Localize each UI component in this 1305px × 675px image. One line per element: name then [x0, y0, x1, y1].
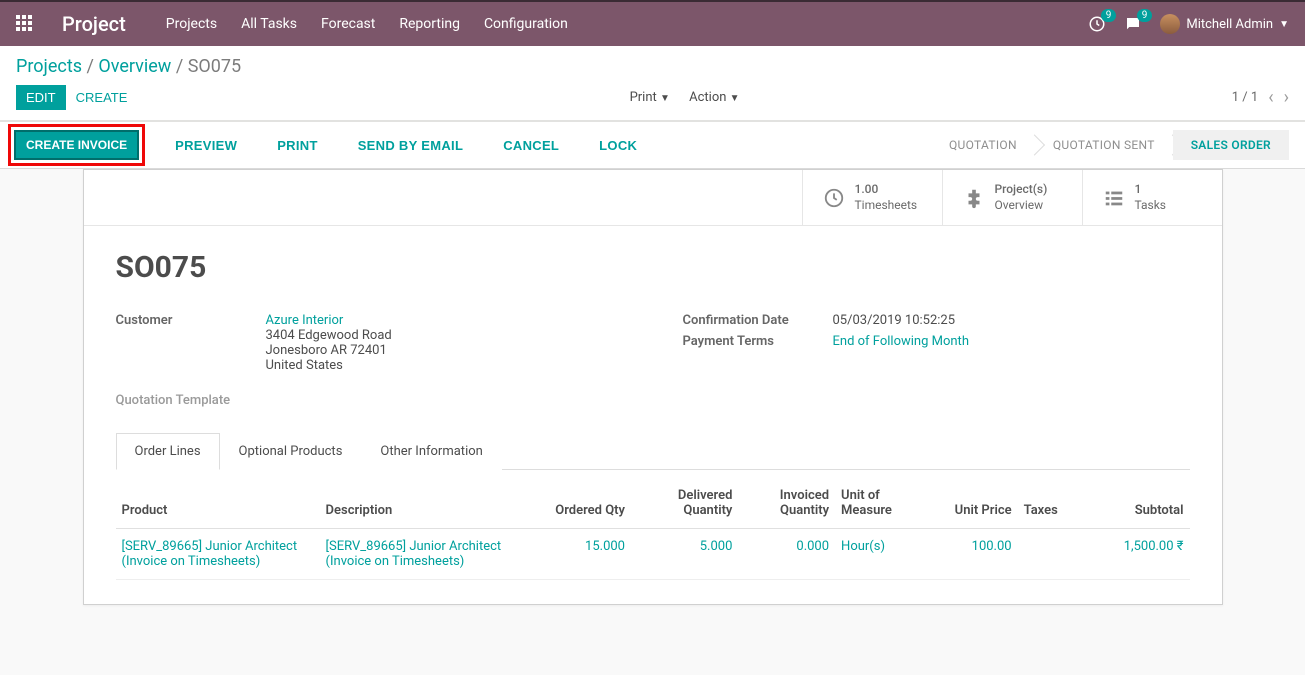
- tasks-icon: [1103, 187, 1125, 209]
- statusbar: CREATE INVOICE PREVIEW PRINT SEND BY EMA…: [0, 121, 1305, 169]
- row-invoiced: 0.000: [744, 539, 829, 554]
- pager-prev-icon[interactable]: ‹: [1268, 87, 1273, 108]
- action-dropdown[interactable]: Action ▼: [681, 86, 747, 109]
- row-delivered: 5.000: [637, 539, 732, 554]
- topbar: Project Projects All Tasks Forecast Repo…: [0, 0, 1305, 46]
- pager: 1 / 1 ‹ ›: [1232, 87, 1289, 108]
- preview-button[interactable]: PREVIEW: [165, 133, 247, 158]
- puzzle-icon: [963, 187, 985, 209]
- row-price: 100.00: [938, 539, 1012, 554]
- user-name: Mitchell Admin: [1186, 17, 1273, 32]
- stat-tasks-value: 1: [1135, 182, 1167, 198]
- avatar: [1160, 14, 1180, 34]
- quotation-template-label: Quotation Template: [116, 393, 623, 408]
- breadcrumb-projects[interactable]: Projects: [16, 56, 82, 77]
- row-ordered: 15.000: [540, 539, 625, 554]
- sheet-body: SO075 Customer Azure Interior 3404 Edgew…: [84, 226, 1222, 604]
- row-product[interactable]: [SERV_89665] Junior Architect (Invoice o…: [122, 539, 314, 569]
- table-row[interactable]: [SERV_89665] Junior Architect (Invoice o…: [116, 529, 1190, 580]
- order-lines-table: Product Description Ordered Qty Delivere…: [116, 478, 1190, 580]
- table-body: [SERV_89665] Junior Architect (Invoice o…: [116, 529, 1190, 580]
- row-subtotal: 1,500.00 ₹: [1088, 539, 1183, 554]
- status-steps: QUOTATION QUOTATION SENT SALES ORDER: [931, 130, 1289, 160]
- info-grid: Customer Azure Interior 3404 Edgewood Ro…: [116, 313, 1190, 408]
- sheet-background: 1.00 Timesheets Project(s) Overview 1: [0, 169, 1305, 629]
- th-subtotal: Subtotal: [1082, 478, 1189, 529]
- stat-projects-label: Overview: [995, 198, 1048, 214]
- th-uom: Unit of Measure: [835, 478, 932, 529]
- menu-all-tasks[interactable]: All Tasks: [241, 16, 297, 32]
- user-menu[interactable]: Mitchell Admin ▼: [1160, 14, 1289, 34]
- row-uom: Hour(s): [841, 539, 926, 554]
- payment-value-link[interactable]: End of Following Month: [833, 334, 969, 349]
- th-price: Unit Price: [932, 478, 1018, 529]
- pager-next-icon[interactable]: ›: [1284, 87, 1289, 108]
- topbar-right: 9 9 Mitchell Admin ▼: [1088, 14, 1289, 34]
- th-description: Description: [320, 478, 535, 529]
- lock-button[interactable]: LOCK: [589, 133, 647, 158]
- form-sheet: 1.00 Timesheets Project(s) Overview 1: [83, 169, 1223, 605]
- create-button[interactable]: CREATE: [66, 85, 138, 110]
- create-invoice-button[interactable]: CREATE INVOICE: [14, 130, 139, 160]
- breadcrumb: Projects / Overview / SO075: [16, 56, 241, 77]
- step-quotation-sent[interactable]: QUOTATION SENT: [1035, 130, 1173, 160]
- confirmation-label: Confirmation Date: [683, 313, 833, 328]
- stat-timesheets-value: 1.00: [855, 182, 918, 198]
- menu-configuration[interactable]: Configuration: [484, 16, 568, 32]
- payment-label: Payment Terms: [683, 334, 833, 349]
- chevron-down-icon: ▼: [1279, 19, 1289, 30]
- th-taxes: Taxes: [1018, 478, 1082, 529]
- menu-projects[interactable]: Projects: [166, 16, 217, 32]
- stat-projects[interactable]: Project(s) Overview: [942, 170, 1082, 225]
- stat-projects-value: Project(s): [995, 182, 1048, 198]
- top-menu: Projects All Tasks Forecast Reporting Co…: [166, 16, 568, 32]
- customer-addr1: 3404 Edgewood Road: [266, 328, 392, 343]
- activities-badge: 9: [1101, 9, 1117, 22]
- highlight-annotation: CREATE INVOICE: [8, 124, 145, 166]
- customer-label: Customer: [116, 313, 266, 373]
- clock-icon: [823, 187, 845, 209]
- cancel-button[interactable]: CANCEL: [493, 133, 569, 158]
- th-delivered: Delivered Quantity: [631, 478, 738, 529]
- print-dropdown[interactable]: Print ▼: [622, 86, 678, 109]
- step-quotation[interactable]: QUOTATION: [931, 130, 1035, 160]
- apps-icon[interactable]: [16, 15, 34, 33]
- step-sales-order[interactable]: SALES ORDER: [1173, 130, 1289, 160]
- menu-forecast[interactable]: Forecast: [321, 16, 375, 32]
- status-actions: CREATE INVOICE PREVIEW PRINT SEND BY EMA…: [16, 124, 647, 166]
- button-box: 1.00 Timesheets Project(s) Overview 1: [84, 170, 1222, 226]
- tab-optional-products[interactable]: Optional Products: [220, 433, 362, 470]
- row-description[interactable]: [SERV_89665] Junior Architect (Invoice o…: [326, 539, 529, 569]
- th-ordered: Ordered Qty: [534, 478, 631, 529]
- messages-icon[interactable]: 9: [1124, 15, 1142, 33]
- pager-position: 1 / 1: [1232, 90, 1258, 105]
- brand-title: Project: [62, 12, 126, 36]
- stat-tasks[interactable]: 1 Tasks: [1082, 170, 1222, 225]
- customer-addr2: Jonesboro AR 72401: [266, 343, 392, 358]
- tab-order-lines[interactable]: Order Lines: [116, 433, 220, 470]
- so-number: SO075: [116, 250, 1190, 285]
- customer-addr3: United States: [266, 358, 392, 373]
- messages-badge: 9: [1137, 9, 1153, 22]
- th-invoiced: Invoiced Quantity: [738, 478, 835, 529]
- control-panel: Projects / Overview / SO075 EDIT CREATE …: [0, 46, 1305, 121]
- tab-other-information[interactable]: Other Information: [361, 433, 501, 470]
- tabs: Order Lines Optional Products Other Info…: [116, 432, 1190, 470]
- print-button[interactable]: PRINT: [267, 133, 328, 158]
- confirmation-value: 05/03/2019 10:52:25: [833, 313, 956, 328]
- menu-reporting[interactable]: Reporting: [399, 16, 460, 32]
- breadcrumb-overview[interactable]: Overview: [98, 56, 171, 77]
- customer-name-link[interactable]: Azure Interior: [266, 313, 392, 328]
- breadcrumb-current: SO075: [188, 56, 241, 77]
- stat-timesheets[interactable]: 1.00 Timesheets: [802, 170, 942, 225]
- send-email-button[interactable]: SEND BY EMAIL: [348, 133, 474, 158]
- edit-button[interactable]: EDIT: [16, 85, 66, 110]
- stat-tasks-label: Tasks: [1135, 198, 1167, 214]
- th-product: Product: [116, 478, 320, 529]
- stat-timesheets-label: Timesheets: [855, 198, 918, 214]
- activities-icon[interactable]: 9: [1088, 15, 1106, 33]
